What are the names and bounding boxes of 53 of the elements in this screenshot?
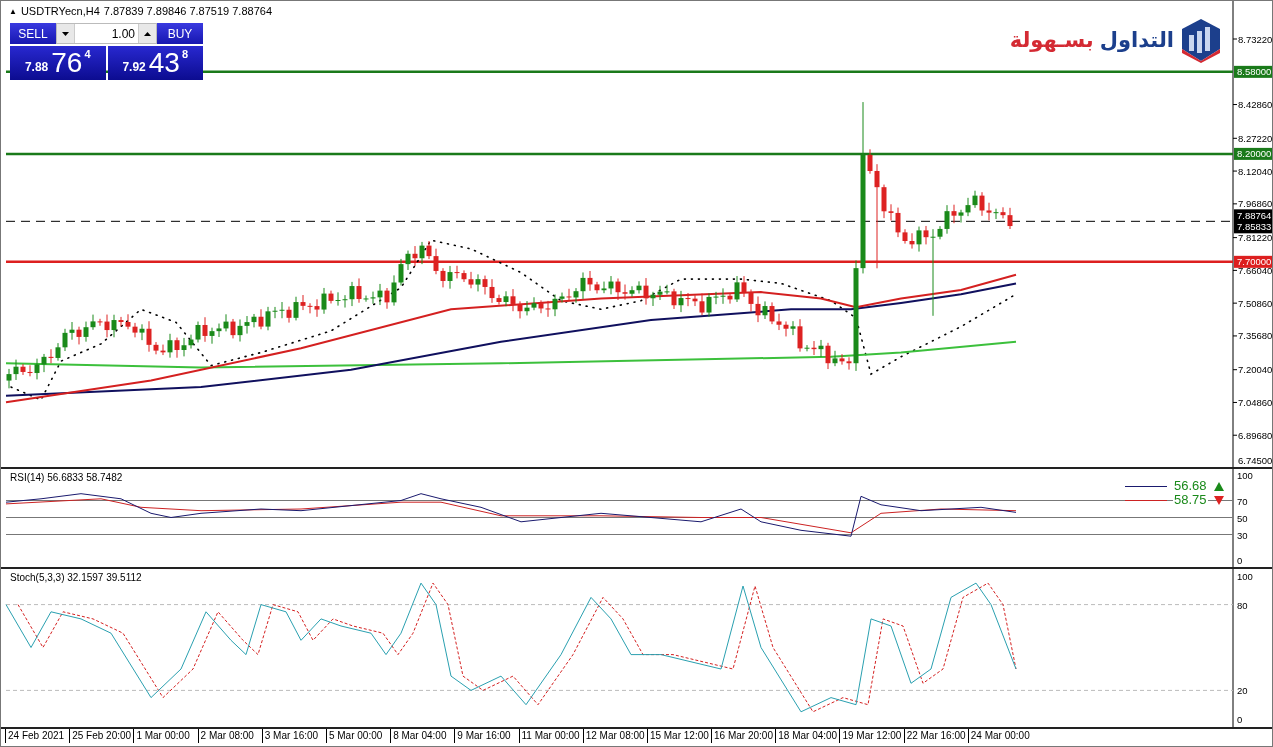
price-axis-label: 6.89680 xyxy=(1238,429,1272,441)
sell-button[interactable]: SELL xyxy=(10,23,56,44)
rsi-axis-label: 50 xyxy=(1237,512,1248,524)
time-axis-label: 5 Mar 00:00 xyxy=(325,729,391,743)
buy-button[interactable]: BUY xyxy=(157,23,203,44)
price-axis-label: 8.73220 xyxy=(1238,33,1272,45)
time-axis-label: 9 Mar 16:00 xyxy=(454,729,519,743)
current-price-label: 7.88764 7.85833 xyxy=(1234,209,1272,234)
price-axis-label: 7.50860 xyxy=(1238,297,1272,309)
symbol-title: USDTRYecn,H4 xyxy=(20,5,100,17)
stoch-axis-label: 0 xyxy=(1237,714,1243,725)
rsi-axis-label: 0 xyxy=(1237,555,1243,566)
time-axis-label: 12 Mar 08:00 xyxy=(582,729,647,743)
level-price-label: 7.70000 xyxy=(1234,255,1272,268)
stoch-axis-label: 80 xyxy=(1237,599,1248,611)
ohlc-values: 7.87839 7.89846 7.87519 7.88764 xyxy=(103,5,272,17)
time-axis-label: 24 Feb 2021 xyxy=(5,729,70,743)
logo-icon xyxy=(1180,17,1222,63)
price-axis-label: 6.74500 xyxy=(1238,455,1272,466)
price-axis-label: 8.42860 xyxy=(1238,99,1272,111)
rsi-value: 56.68 xyxy=(1173,479,1208,493)
rsi-axis-label: 70 xyxy=(1237,495,1248,507)
stoch-axis-label: 100 xyxy=(1237,571,1253,582)
time-axis-label: 16 Mar 20:00 xyxy=(711,729,776,743)
rsi-axis-label: 30 xyxy=(1237,529,1248,541)
time-axis-label: 25 Feb 20:00 xyxy=(69,729,134,743)
level-price-label: 8.58000 xyxy=(1234,65,1272,78)
price-axis-label: 7.35680 xyxy=(1238,330,1272,342)
price-axis-label: 7.04860 xyxy=(1238,396,1272,408)
rsi-title: RSI(14) 56.6833 58.7482 xyxy=(10,472,123,483)
logo-text: التداول xyxy=(1099,28,1174,52)
time-axis-label: 3 Mar 16:00 xyxy=(261,729,326,743)
price-axis-label: 8.12040 xyxy=(1238,165,1272,177)
level-price-label: 8.20000 xyxy=(1234,147,1272,160)
time-axis-label: 24 Mar 00:00 xyxy=(967,729,1032,743)
time-axis-label: 2 Mar 08:00 xyxy=(197,729,262,743)
logo-text: بسـهولة xyxy=(1009,28,1094,52)
stoch-title: Stoch(5,3,3) 32.1597 39.5112 xyxy=(10,572,142,583)
price-axis-label: 7.20040 xyxy=(1238,364,1272,376)
time-axis-label: 1 Mar 00:00 xyxy=(133,729,198,743)
rsi-value: 58.75 xyxy=(1173,493,1208,507)
price-axis-label: 7.81220 xyxy=(1238,232,1272,244)
time-axis-label: 18 Mar 04:00 xyxy=(775,729,840,743)
rsi-axis-label: 100 xyxy=(1237,470,1253,481)
stoch-axis-label: 20 xyxy=(1237,685,1248,697)
time-axis-label: 11 Mar 00:00 xyxy=(518,729,583,743)
time-axis-label: 15 Mar 12:00 xyxy=(646,729,712,743)
collapse-arrow[interactable]: ▲ xyxy=(9,6,17,16)
time-axis-label: 19 Mar 12:00 xyxy=(839,729,904,743)
price-axis-label: 7.96860 xyxy=(1238,198,1272,210)
price-axis-label: 8.27220 xyxy=(1238,132,1272,144)
time-axis-label: 22 Mar 16:00 xyxy=(903,729,968,743)
time-axis-label: 8 Mar 04:00 xyxy=(390,729,455,743)
